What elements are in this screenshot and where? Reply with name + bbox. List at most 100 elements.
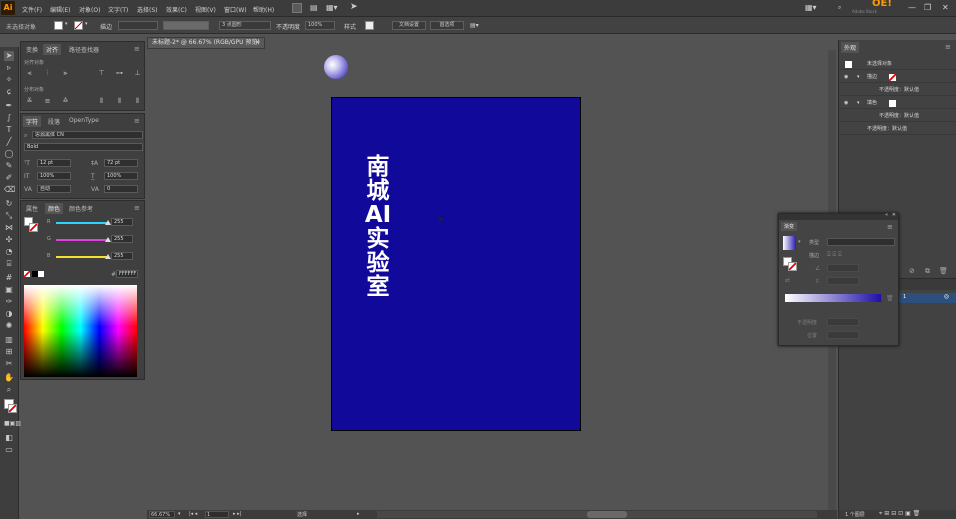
menu-file[interactable]: 文件(F) bbox=[22, 5, 42, 14]
leading-input[interactable]: 72 pt bbox=[104, 159, 138, 167]
symbol-sprayer-tool-icon[interactable]: ✺ bbox=[4, 321, 14, 331]
tab-color-guide[interactable]: 颜色参考 bbox=[66, 203, 96, 214]
channel-r-slider[interactable] bbox=[56, 222, 108, 224]
color-mode-icon[interactable]: ■▣▨ bbox=[4, 419, 21, 429]
status-arrow-icon[interactable]: ▸ bbox=[357, 511, 360, 517]
stroke-swatch-icon[interactable] bbox=[889, 74, 896, 81]
angle-input[interactable] bbox=[827, 264, 859, 272]
panel-menu-icon[interactable]: ≡ bbox=[945, 43, 951, 51]
distribute-left-icon[interactable]: ⫴ bbox=[97, 97, 106, 105]
clear-appearance-icon[interactable]: ⊘ bbox=[909, 267, 915, 275]
color-stroke-swatch[interactable] bbox=[29, 223, 38, 232]
align-bottom-icon[interactable]: ⊥ bbox=[133, 69, 142, 77]
channel-b-input[interactable]: 255 bbox=[111, 252, 133, 260]
align-right-icon[interactable]: ⫸ bbox=[61, 69, 70, 77]
menu-view[interactable]: 视图(V) bbox=[195, 5, 216, 14]
fill-visibility-icon[interactable]: ◉ bbox=[844, 97, 848, 109]
stop-opacity-input[interactable] bbox=[827, 318, 859, 326]
channel-b-slider[interactable] bbox=[56, 256, 108, 258]
appearance-row-fill[interactable]: ◉ ▾ 填色 bbox=[839, 97, 956, 109]
hand-tool-icon[interactable]: ✋ bbox=[4, 373, 14, 383]
tab-appearance[interactable]: 外观 bbox=[841, 42, 860, 53]
gpu-performance-icon[interactable]: ➤ bbox=[350, 2, 358, 12]
fill-dropdown-icon[interactable]: ▾ bbox=[65, 21, 68, 27]
distribute-hcenter-icon[interactable]: ⦀ bbox=[115, 97, 124, 105]
stroke-expand-icon[interactable]: ▾ bbox=[857, 71, 860, 83]
shaper-tool-icon[interactable]: ✐ bbox=[4, 173, 14, 183]
align-hcenter-icon[interactable]: ⫶ bbox=[43, 69, 52, 77]
gradient-dropdown-icon[interactable]: ▾ bbox=[798, 239, 801, 245]
panel-menu-icon[interactable]: ≡ bbox=[134, 204, 140, 212]
gradient-tool-icon[interactable]: ▣ bbox=[4, 285, 14, 295]
appearance-row-object-opacity[interactable]: 不透明度：默认值 bbox=[839, 123, 956, 135]
screen-mode-icon[interactable]: ▭ bbox=[4, 445, 14, 455]
stroke-swatch[interactable] bbox=[74, 21, 83, 30]
distribute-right-icon[interactable]: ⫴ bbox=[133, 97, 142, 105]
search-icon[interactable]: ⌕ bbox=[838, 4, 841, 12]
stock-icon[interactable]: ▤ bbox=[310, 3, 318, 12]
stroke-dropdown-icon[interactable]: ▾ bbox=[85, 21, 88, 27]
minimize-icon[interactable]: — bbox=[908, 3, 916, 12]
puppet-warp-tool-icon[interactable]: ✣ bbox=[4, 235, 14, 245]
font-family-select[interactable]: 思源黑体 CN bbox=[32, 131, 143, 139]
fill-swatch-icon[interactable] bbox=[889, 100, 896, 107]
horizontal-scale-input[interactable]: 100% bbox=[104, 172, 138, 180]
perspective-grid-tool-icon[interactable]: ⌸ bbox=[4, 259, 14, 269]
layers-footer-icons[interactable]: ⌖ ⊞ ⊟ ⊡ ▣ 🗑 bbox=[879, 510, 920, 518]
scale-tool-icon[interactable]: ⤡ bbox=[4, 211, 14, 221]
workspace-switcher-icon[interactable]: ▦▾ bbox=[805, 3, 817, 12]
stroke-visibility-icon[interactable]: ◉ bbox=[844, 71, 848, 83]
hex-input[interactable]: FFFFFF bbox=[116, 270, 138, 278]
eyedropper-tool-icon[interactable]: ✑ bbox=[4, 297, 14, 307]
menu-select[interactable]: 选择(S) bbox=[137, 5, 158, 14]
zoom-dropdown-icon[interactable]: ▾ bbox=[178, 511, 181, 517]
zoom-tool-icon[interactable]: ⌕ bbox=[4, 385, 14, 395]
tab-paragraph[interactable]: 段落 bbox=[45, 116, 63, 127]
stroke-weight-input[interactable] bbox=[118, 21, 158, 30]
gradient-slider[interactable] bbox=[785, 294, 881, 302]
eraser-tool-icon[interactable]: ⌫ bbox=[4, 185, 15, 195]
kerning-input[interactable]: 自动 bbox=[37, 185, 71, 193]
distribute-top-icon[interactable]: ≚ bbox=[25, 97, 34, 105]
color-spectrum[interactable] bbox=[24, 285, 137, 377]
lasso-tool-icon[interactable]: ɕ bbox=[4, 87, 14, 97]
tab-pathfinder[interactable]: 路径查找器 bbox=[66, 44, 102, 55]
width-tool-icon[interactable]: ⋈ bbox=[4, 223, 14, 233]
type-tool-icon[interactable]: T bbox=[4, 125, 14, 135]
brush-definition[interactable]: 3 点圆形 bbox=[219, 21, 271, 30]
menu-type[interactable]: 文字(T) bbox=[108, 5, 128, 14]
align-vcenter-icon[interactable]: ⊶ bbox=[115, 69, 124, 77]
bridge-icon[interactable] bbox=[292, 3, 302, 13]
distribute-vcenter-icon[interactable]: ≡ bbox=[43, 97, 52, 105]
layer-row-selected[interactable]: 1 ◎ bbox=[899, 293, 956, 303]
magic-wand-tool-icon[interactable]: ✧ bbox=[4, 75, 14, 85]
document-tab[interactable]: 未标题-2* @ 66.67% (RGB/GPU 预览) ✕ bbox=[147, 37, 265, 49]
opacity-input[interactable]: 100% bbox=[305, 21, 335, 30]
restore-icon[interactable]: ❐ bbox=[924, 3, 931, 12]
pen-tool-icon[interactable]: ✒ bbox=[4, 101, 14, 111]
fill-expand-icon[interactable]: ▾ bbox=[857, 97, 860, 109]
tab-opentype[interactable]: OpenType bbox=[66, 116, 102, 125]
appearance-row-fill-opacity[interactable]: 不透明度：默认值 bbox=[839, 110, 956, 122]
tab-color[interactable]: 颜色 bbox=[45, 203, 64, 214]
mesh-tool-icon[interactable]: # bbox=[4, 273, 14, 283]
reverse-gradient-icon[interactable]: ⇄ bbox=[785, 277, 790, 284]
gradient-type-select[interactable] bbox=[827, 238, 895, 246]
rotate-tool-icon[interactable]: ↻ bbox=[4, 199, 14, 209]
direct-selection-tool-icon[interactable]: ▹ bbox=[4, 63, 14, 73]
graphic-style-swatch[interactable] bbox=[365, 21, 374, 30]
menu-window[interactable]: 窗口(W) bbox=[224, 5, 247, 14]
paintbrush-tool-icon[interactable]: ✎ bbox=[4, 161, 14, 171]
menu-help[interactable]: 帮助(H) bbox=[253, 5, 274, 14]
menu-object[interactable]: 对象(O) bbox=[79, 5, 100, 14]
tab-character[interactable]: 字符 bbox=[23, 116, 42, 127]
font-size-input[interactable]: 12 pt bbox=[37, 159, 71, 167]
menu-effect[interactable]: 效果(C) bbox=[166, 5, 187, 14]
artboard-tool-icon[interactable]: ⊞ bbox=[4, 347, 14, 357]
curvature-tool-icon[interactable]: ∫ bbox=[4, 113, 14, 123]
tab-transform[interactable]: 变换 bbox=[23, 44, 41, 55]
gradient-circle[interactable] bbox=[324, 55, 348, 79]
first-artboard-icon[interactable]: |◂ ◂ bbox=[189, 511, 197, 517]
font-style-select[interactable]: Bold bbox=[24, 143, 143, 151]
close-icon[interactable]: ✕ bbox=[942, 3, 949, 12]
